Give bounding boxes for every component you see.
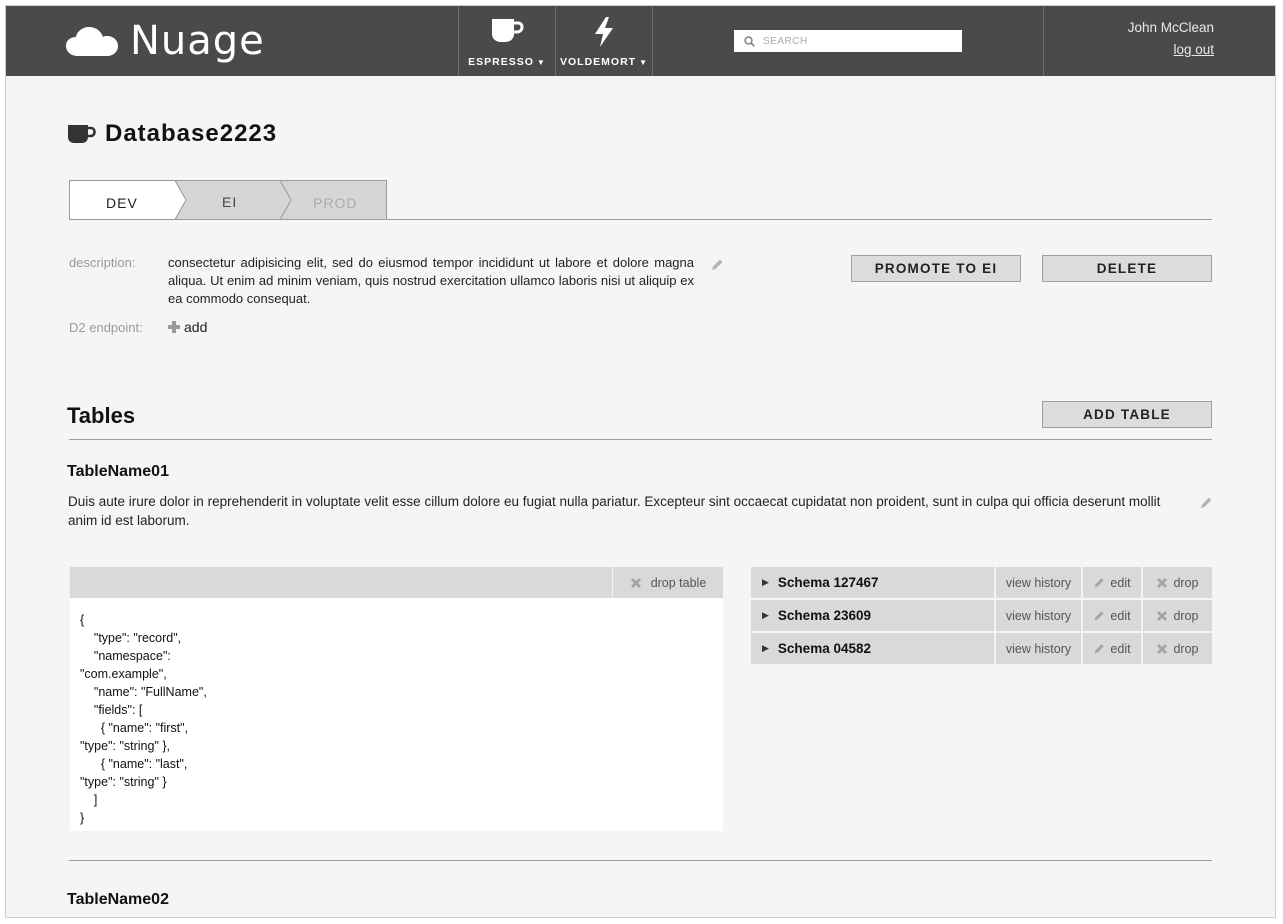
nav-espresso-label: ESPRESSO xyxy=(468,56,534,68)
user-name: John McClean xyxy=(1127,20,1214,35)
close-icon xyxy=(630,577,642,589)
coffee-cup-icon xyxy=(492,19,524,42)
tab-ei[interactable]: EI xyxy=(222,194,237,210)
view-history-button[interactable]: view history xyxy=(994,633,1081,664)
schema-expander[interactable]: ▶ Schema 127467 xyxy=(751,567,994,598)
pencil-icon xyxy=(1093,643,1105,655)
edit-schema-button[interactable]: edit xyxy=(1081,633,1141,664)
schema-name: Schema 23609 xyxy=(777,608,871,623)
drop-table-label: drop table xyxy=(650,575,707,590)
close-icon xyxy=(1156,643,1168,655)
drop-label: drop xyxy=(1173,641,1199,656)
schema-name: Schema 04582 xyxy=(777,641,871,656)
edit-schema-button[interactable]: edit xyxy=(1081,600,1141,631)
app-frame: Nuage ESPRESSO ▼ VOLDEMORT ▼ SEARCH John… xyxy=(5,5,1276,918)
edit-table-description-icon[interactable] xyxy=(1199,496,1213,510)
schema-expander[interactable]: ▶ Schema 23609 xyxy=(751,600,994,631)
tables-heading: Tables xyxy=(67,403,136,428)
schema-list: ▶ Schema 127467 view history edit drop ▶ S… xyxy=(751,567,1212,666)
drop-schema-button[interactable]: drop xyxy=(1141,567,1212,598)
promote-button[interactable]: PROMOTE TO EI xyxy=(851,255,1021,282)
plus-icon xyxy=(168,321,180,333)
logout-link[interactable]: log out xyxy=(1128,42,1214,57)
code-panel-header: drop table xyxy=(70,567,723,598)
endpoint-label: D2 endpoint: xyxy=(69,320,143,335)
close-icon xyxy=(1156,577,1168,589)
expand-triangle-icon: ▶ xyxy=(762,610,769,620)
drop-schema-button[interactable]: drop xyxy=(1141,600,1212,631)
expand-triangle-icon: ▶ xyxy=(762,643,769,653)
schema-row: ▶ Schema 127467 view history edit drop xyxy=(751,567,1212,598)
pencil-icon xyxy=(1093,577,1105,589)
add-endpoint-link[interactable]: add xyxy=(168,319,207,335)
edit-schema-button[interactable]: edit xyxy=(1081,567,1141,598)
view-history-button[interactable]: view history xyxy=(994,600,1081,631)
view-history-button[interactable]: view history xyxy=(994,567,1081,598)
drop-schema-button[interactable]: drop xyxy=(1141,633,1212,664)
search-icon xyxy=(744,35,755,47)
drop-label: drop xyxy=(1173,575,1199,590)
schema-json-code: { "type": "record", "namespace": "com.ex… xyxy=(80,613,207,825)
add-table-button[interactable]: ADD TABLE xyxy=(1042,401,1212,428)
nav-voldemort-label: VOLDEMORT xyxy=(559,56,637,68)
page-title: Database2223 xyxy=(68,120,277,148)
coffee-cup-icon xyxy=(68,125,96,143)
edit-label: edit xyxy=(1110,608,1131,623)
schema-row: ▶ Schema 23609 view history edit drop xyxy=(751,600,1212,631)
database-name: Database2223 xyxy=(105,120,278,147)
user-menu: John McClean log out xyxy=(1128,20,1214,57)
tab-dev[interactable]: DEV xyxy=(106,195,138,211)
schema-row: ▶ Schema 04582 view history edit drop xyxy=(751,633,1212,664)
pencil-icon xyxy=(1093,610,1105,622)
table-name: TableName01 xyxy=(67,463,169,480)
edit-label: edit xyxy=(1110,641,1131,656)
schema-expander[interactable]: ▶ Schema 04582 xyxy=(751,633,994,664)
nav-voldemort[interactable]: VOLDEMORT ▼ xyxy=(556,6,652,76)
description-label: description: xyxy=(69,255,136,270)
nav-divider xyxy=(1043,6,1044,76)
chevron-down-icon: ▼ xyxy=(639,58,648,67)
lightning-bolt-icon xyxy=(595,17,613,47)
drop-table-button[interactable]: drop table xyxy=(612,567,723,598)
expand-triangle-icon: ▶ xyxy=(762,577,769,587)
edit-label: edit xyxy=(1110,575,1131,590)
schema-name: Schema 127467 xyxy=(777,575,879,590)
schema-code-panel: drop table { "type": "record", "namespac… xyxy=(70,567,723,831)
delete-button[interactable]: DELETE xyxy=(1042,255,1212,282)
database-description: consectetur adipisicing elit, sed do eiu… xyxy=(168,255,694,306)
chevron-down-icon: ▼ xyxy=(536,58,546,67)
table-divider xyxy=(69,860,1212,861)
brand-name: Nuage xyxy=(130,18,265,64)
search-box[interactable] xyxy=(734,30,962,52)
environment-tabs: DEV EI PROD xyxy=(69,180,387,220)
edit-description-icon[interactable] xyxy=(710,258,724,272)
top-header: Nuage ESPRESSO ▼ VOLDEMORT ▼ SEARCH John… xyxy=(6,6,1275,76)
nav-espresso[interactable]: ESPRESSO ▼ xyxy=(459,6,555,76)
nav-divider xyxy=(652,6,653,76)
table-description: Duis aute irure dolor in reprehenderit i… xyxy=(68,494,1161,528)
close-icon xyxy=(1156,610,1168,622)
tables-divider xyxy=(69,439,1212,440)
add-endpoint-label: add xyxy=(184,319,208,335)
brand-logo[interactable]: Nuage xyxy=(66,18,265,64)
drop-label: drop xyxy=(1173,608,1199,623)
tab-prod: PROD xyxy=(313,195,358,211)
cloud-icon xyxy=(66,27,118,56)
table-name: TableName02 xyxy=(67,891,169,908)
search-input[interactable] xyxy=(763,35,953,47)
